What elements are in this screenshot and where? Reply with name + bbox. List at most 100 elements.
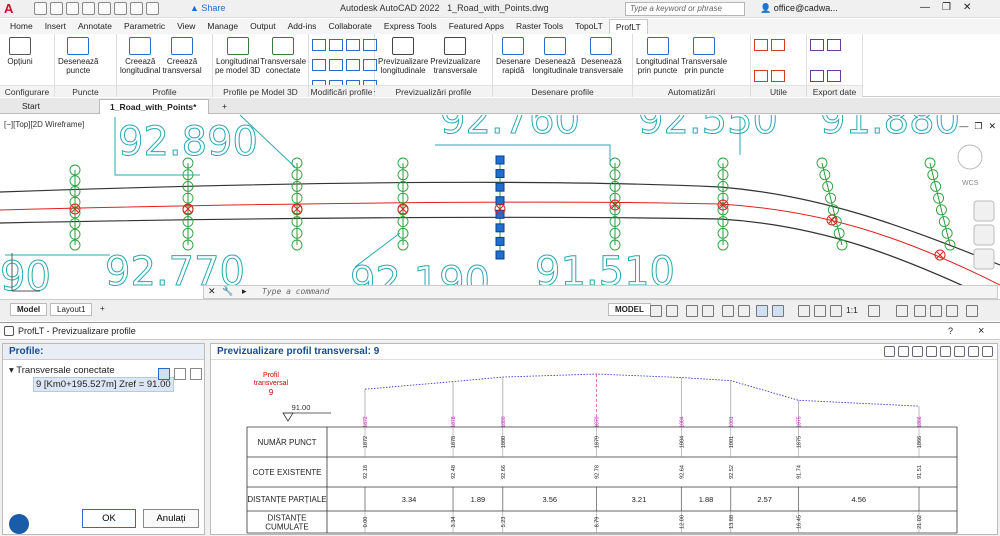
help-button[interactable]: ? — [948, 323, 953, 340]
model-tab[interactable]: Model — [10, 303, 48, 316]
annotation-icon[interactable] — [798, 305, 810, 317]
selected-grip[interactable] — [495, 182, 505, 192]
tab-featured-apps[interactable]: Featured Apps — [443, 19, 510, 34]
workspace-gear-icon[interactable] — [868, 305, 880, 317]
cursor-select-icon[interactable] — [158, 368, 170, 380]
object-snap-icon[interactable] — [738, 305, 750, 317]
selected-grip[interactable] — [495, 236, 505, 246]
tool-icon[interactable] — [771, 69, 785, 82]
tab-insert[interactable]: Insert — [39, 19, 72, 34]
tool-icon[interactable] — [329, 59, 343, 72]
grid-icon[interactable] — [650, 305, 662, 317]
drawing-canvas[interactable]: [−][Top][2D Wireframe] 92.890 92.760 92.55… — [0, 115, 1000, 299]
polar-icon[interactable] — [702, 305, 714, 317]
cmd-wrench-icon[interactable]: 🔧 — [222, 286, 233, 297]
fit-icon[interactable] — [912, 346, 923, 357]
zoom-extents-icon[interactable] — [982, 346, 993, 357]
pan-icon[interactable] — [973, 224, 995, 246]
otrack-icon[interactable] — [756, 305, 768, 317]
doc-tab-start[interactable]: Start — [12, 99, 97, 114]
cmd-prompt-icon[interactable]: ▸ — [242, 286, 247, 297]
ortho-icon[interactable] — [686, 305, 698, 317]
bar-chart-icon[interactable] — [884, 346, 895, 357]
tab-home[interactable]: Home — [4, 19, 39, 34]
tab-add-ins[interactable]: Add-ins — [282, 19, 323, 34]
zoom-out-icon[interactable] — [954, 346, 965, 357]
autoscale-icon[interactable] — [830, 305, 842, 317]
undo-icon[interactable] — [130, 2, 143, 15]
plus-icon[interactable] — [896, 305, 908, 317]
wcs-label[interactable]: WCS — [962, 180, 979, 187]
viewport-label[interactable]: [−][Top][2D Wireframe] — [4, 120, 84, 129]
tab-proflt[interactable]: ProfLT — [608, 19, 648, 34]
layout1-tab[interactable]: Layout1 — [50, 303, 93, 316]
ok-button[interactable]: OK — [82, 509, 136, 528]
hardware-accel-icon[interactable] — [930, 305, 942, 317]
tab-output[interactable]: Output — [244, 19, 282, 34]
list-tool-icon[interactable] — [174, 368, 186, 380]
autocad-logo-icon[interactable]: A — [4, 2, 18, 16]
tab-view[interactable]: View — [171, 19, 201, 34]
add-layout-button[interactable]: + — [94, 303, 111, 314]
redo-icon[interactable] — [146, 2, 159, 15]
tab-annotate[interactable]: Annotate — [72, 19, 118, 34]
search-input[interactable]: Type a keyword or phrase — [625, 2, 745, 16]
cmd-close-icon[interactable]: ✕ — [208, 286, 216, 297]
tool-icon[interactable] — [312, 39, 326, 51]
clean-screen-icon[interactable] — [946, 305, 958, 317]
zoom-previous-icon[interactable] — [968, 346, 979, 357]
tab-raster-tools[interactable]: Raster Tools — [510, 19, 569, 34]
tool-icon[interactable] — [312, 59, 326, 72]
tool-icon[interactable] — [329, 39, 343, 51]
tab-manage[interactable]: Manage — [201, 19, 244, 34]
tree-item-9[interactable]: 9 [Km0+195.527m] Zref = 91.00 — [33, 377, 174, 392]
minimize-icon[interactable]: — — [920, 2, 930, 13]
doc-tab-drawing[interactable]: 1_Road_with_Points* × — [99, 99, 209, 123]
annotation-scale[interactable]: 1:1 — [846, 305, 858, 315]
selected-grip[interactable] — [495, 223, 505, 233]
customize-icon[interactable] — [966, 305, 978, 317]
close-icon[interactable]: ✕ — [963, 2, 971, 13]
list-tool-icon-2[interactable] — [190, 368, 202, 380]
share-button[interactable]: ▲ Share — [190, 3, 225, 13]
selected-grip[interactable] — [495, 155, 505, 165]
tool-icon[interactable] — [346, 59, 360, 72]
frame-icon[interactable] — [898, 346, 909, 357]
model-space-toggle[interactable]: MODEL — [608, 303, 651, 316]
command-line[interactable]: ✕ 🔧 ▸ Type a command — [203, 285, 998, 299]
tool-icon[interactable] — [346, 39, 360, 51]
snap-icon[interactable] — [666, 305, 678, 317]
user-account[interactable]: 👤 office@cadwa... — [760, 3, 838, 14]
isodraft-icon[interactable] — [722, 305, 734, 317]
zoom-window-icon[interactable] — [940, 346, 951, 357]
new-tab-button[interactable]: + — [212, 99, 232, 114]
cloud-icon[interactable] — [98, 2, 111, 15]
close-button[interactable]: × — [978, 323, 984, 340]
restore-icon[interactable]: ❐ — [974, 121, 982, 132]
zoom-icon[interactable] — [973, 248, 995, 270]
cancel-button[interactable]: Anulați — [143, 509, 199, 528]
tab-parametric[interactable]: Parametric — [118, 19, 171, 34]
zoom-in-icon[interactable] — [926, 346, 937, 357]
close-icon[interactable]: ✕ — [988, 121, 996, 132]
lineweight-icon[interactable] — [772, 305, 784, 317]
maximize-icon[interactable]: ❐ — [942, 2, 951, 13]
selected-grip[interactable] — [495, 169, 505, 179]
tab-collaborate[interactable]: Collaborate — [322, 19, 377, 34]
tab-topolt[interactable]: TopoLT — [569, 19, 609, 34]
tool-icon[interactable] — [754, 69, 768, 82]
viewcube-ring[interactable] — [957, 144, 983, 170]
tool-icon[interactable] — [754, 39, 768, 51]
save-as-icon[interactable] — [82, 2, 95, 15]
plot-icon[interactable] — [114, 2, 127, 15]
tool-icon[interactable] — [771, 39, 785, 51]
isolate-icon[interactable] — [914, 305, 926, 317]
new-icon[interactable] — [34, 2, 47, 15]
tool-icon[interactable] — [810, 39, 824, 51]
open-icon[interactable] — [50, 2, 63, 15]
selected-grip[interactable] — [495, 250, 505, 260]
annotation-visibility-icon[interactable] — [814, 305, 826, 317]
minimize-icon[interactable]: — — [959, 121, 968, 132]
command-input[interactable]: Type a command — [262, 287, 329, 296]
nav-wheel-icon[interactable] — [973, 200, 995, 222]
